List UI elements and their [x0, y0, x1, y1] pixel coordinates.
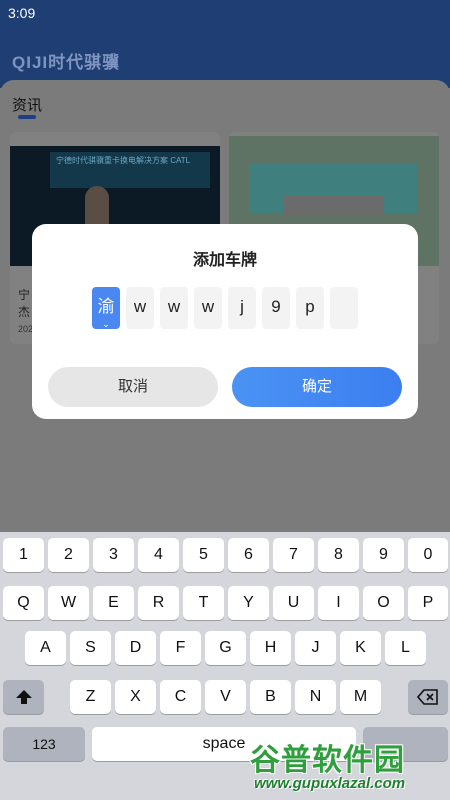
backspace-key[interactable] — [408, 680, 448, 714]
key-o[interactable]: O — [363, 586, 404, 620]
shift-key[interactable] — [3, 680, 44, 714]
key-g[interactable]: G — [205, 631, 246, 665]
key-0[interactable]: 0 — [408, 538, 448, 572]
plate-char: w — [167, 297, 181, 316]
key-d[interactable]: D — [115, 631, 156, 665]
key-4[interactable]: 4 — [138, 538, 179, 572]
section-title: 资讯 — [12, 97, 43, 114]
key-x[interactable]: X — [115, 680, 156, 714]
key-9[interactable]: 9 — [363, 538, 404, 572]
status-time: 3:09 — [8, 5, 36, 21]
key-i[interactable]: I — [318, 586, 359, 620]
plate-char: 9 — [271, 297, 281, 316]
key-s[interactable]: S — [70, 631, 111, 665]
key-2[interactable]: 2 — [48, 538, 89, 572]
key-k[interactable]: K — [340, 631, 381, 665]
plate-char: j — [240, 297, 244, 316]
confirm-button[interactable]: 确定 — [232, 367, 402, 407]
plate-char-box[interactable]: 渝 ⌄ — [92, 287, 120, 329]
plate-char: w — [201, 297, 215, 316]
shift-icon — [15, 690, 32, 704]
key-m[interactable]: M — [340, 680, 381, 714]
add-plate-dialog: 添加车牌 渝 ⌄ w w w j 9 p 取消 确定 — [32, 224, 418, 419]
key-h[interactable]: H — [250, 631, 291, 665]
dialog-title: 添加车牌 — [192, 252, 257, 269]
key-q[interactable]: Q — [3, 586, 44, 620]
plate-char-box[interactable]: p — [296, 287, 324, 329]
key-r[interactable]: R — [138, 586, 179, 620]
section-title-underline — [18, 115, 36, 119]
plate-char-box[interactable]: j — [228, 287, 256, 329]
key-z[interactable]: Z — [70, 680, 111, 714]
key-w[interactable]: W — [48, 586, 89, 620]
key-y[interactable]: Y — [228, 586, 269, 620]
watermark-url: www.gupuxlazal.com — [254, 775, 406, 792]
news-card-title: 宁 杰 — [18, 288, 31, 319]
key-v[interactable]: V — [205, 680, 246, 714]
plate-char: p — [305, 297, 315, 316]
key-3[interactable]: 3 — [93, 538, 134, 572]
status-bar: 3:09 — [0, 0, 450, 26]
plate-char-box[interactable]: w — [126, 287, 154, 329]
key-5[interactable]: 5 — [183, 538, 224, 572]
key-e[interactable]: E — [93, 586, 134, 620]
news-card-date: 202 — [18, 324, 34, 334]
speaker-figure — [85, 186, 109, 226]
plate-char-box[interactable]: w — [194, 287, 222, 329]
app-header: QIJI时代骐骥 — [0, 26, 450, 88]
key-j[interactable]: J — [295, 631, 336, 665]
numbers-mode-key[interactable]: 123 — [3, 727, 85, 761]
key-1[interactable]: 1 — [3, 538, 44, 572]
plate-char-box[interactable]: w — [160, 287, 188, 329]
key-c[interactable]: C — [160, 680, 201, 714]
key-f[interactable]: F — [160, 631, 201, 665]
key-6[interactable]: 6 — [228, 538, 269, 572]
plate-char-box[interactable] — [330, 287, 358, 329]
key-7[interactable]: 7 — [273, 538, 314, 572]
key-p[interactable]: P — [408, 586, 448, 620]
key-t[interactable]: T — [183, 586, 224, 620]
key-b[interactable]: B — [250, 680, 291, 714]
backspace-icon — [416, 689, 438, 705]
watermark-name: 谷普软件园 — [250, 744, 405, 777]
key-8[interactable]: 8 — [318, 538, 359, 572]
cancel-button[interactable]: 取消 — [48, 367, 218, 407]
plate-char: 渝 — [97, 297, 115, 316]
app-logo: QIJI时代骐骥 — [12, 53, 121, 72]
news-card-banner-text: 宁德时代骐骥重卡换电解决方案 CATL — [56, 156, 191, 165]
plate-char: w — [133, 297, 147, 316]
chevron-down-icon: ⌄ — [102, 319, 110, 329]
key-n[interactable]: N — [295, 680, 336, 714]
news-card-banner: 宁德时代骐骥重卡换电解决方案 CATL — [50, 152, 210, 188]
event-crowd — [284, 196, 384, 216]
key-l[interactable]: L — [385, 631, 426, 665]
plate-input-row: 渝 ⌄ w w w j 9 p — [92, 287, 392, 329]
plate-char-box[interactable]: 9 — [262, 287, 290, 329]
key-u[interactable]: U — [273, 586, 314, 620]
watermark: 谷普软件园 www.gupuxlazal.com — [246, 735, 450, 800]
key-a[interactable]: A — [25, 631, 66, 665]
